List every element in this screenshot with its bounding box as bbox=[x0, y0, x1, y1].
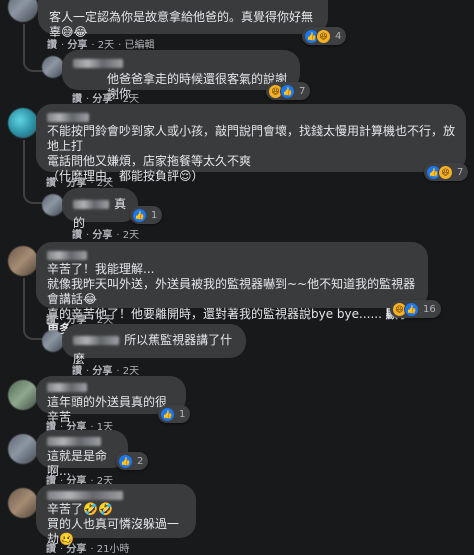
avatar[interactable] bbox=[8, 434, 38, 464]
avatar[interactable] bbox=[8, 108, 38, 138]
comment-bubble: 辛苦了🤣🤣 買的人也真可憐沒躲過一劫🥴 bbox=[36, 484, 196, 546]
like-link[interactable]: 讚 bbox=[72, 230, 82, 241]
commenter-name[interactable] bbox=[73, 200, 109, 209]
like-link[interactable]: 讚 bbox=[46, 544, 56, 555]
comment-meta: 讚 · 分享 · 2天 bbox=[72, 366, 140, 377]
like-reaction-icon: 👍 bbox=[404, 301, 419, 317]
share-link[interactable]: 分享 bbox=[66, 544, 86, 555]
reaction-summary[interactable]: 👍 1 bbox=[130, 206, 163, 224]
reaction-summary[interactable]: 😆 👍 16 bbox=[390, 300, 441, 318]
reaction-count: 2 bbox=[137, 455, 144, 467]
like-link[interactable]: 讚 bbox=[46, 178, 56, 189]
commenter-name[interactable] bbox=[73, 336, 119, 345]
reaction-count: 1 bbox=[179, 408, 186, 420]
share-link[interactable]: 分享 bbox=[92, 230, 112, 241]
commenter-name[interactable] bbox=[47, 113, 89, 122]
like-reaction-icon: 👍 bbox=[118, 453, 133, 469]
like-link[interactable]: 讚 bbox=[47, 40, 57, 51]
avatar[interactable] bbox=[8, 488, 38, 518]
commenter-name[interactable] bbox=[73, 59, 123, 68]
comment-meta: 讚 · 分享 · 2天 · 已編輯 bbox=[47, 40, 155, 51]
comment-meta: 讚 · 分享 · 2天 bbox=[72, 230, 140, 241]
comment-bubble: 辛苦了！我能理解... 就像我昨天叫外送，外送員被我的監視器嚇到~~他不知道我的… bbox=[36, 242, 428, 336]
comment-bubble: 他爸爸拿走的時候還很客氣的說謝謝你 bbox=[62, 50, 300, 101]
reaction-count: 7 bbox=[457, 166, 464, 178]
reaction-summary[interactable]: 👍 2 bbox=[116, 452, 149, 470]
like-reaction-icon: 👍 bbox=[160, 406, 175, 422]
timestamp[interactable]: 2天 bbox=[123, 230, 139, 241]
comment-bubble: 客人一定認為你是故意拿給他爸的。真覺得你好無辜😅😂 bbox=[38, 0, 328, 39]
reaction-count: 16 bbox=[423, 303, 436, 315]
reaction-count: 4 bbox=[335, 30, 342, 42]
reaction-summary[interactable]: 😆 👍 7 bbox=[266, 82, 311, 100]
avatar[interactable] bbox=[42, 56, 64, 78]
like-link[interactable]: 讚 bbox=[46, 315, 56, 326]
commenter-name[interactable] bbox=[47, 383, 87, 392]
avatar[interactable] bbox=[8, 0, 38, 22]
commenter-name[interactable] bbox=[47, 491, 123, 500]
reaction-summary[interactable]: 👍 1 bbox=[158, 405, 191, 423]
comment-meta: 讚 · 分享 · 2天 bbox=[72, 94, 140, 105]
haha-reaction-icon: 😆 bbox=[438, 164, 453, 180]
avatar[interactable] bbox=[42, 194, 64, 216]
comment-bubble: 這就是是命啊... bbox=[36, 430, 128, 478]
like-reaction-icon: 👍 bbox=[280, 83, 295, 99]
comment-bubble: 所以蕉監視器講了什麼 bbox=[62, 324, 246, 366]
reaction-summary[interactable]: 👍 😆 7 bbox=[424, 163, 469, 181]
comment-meta: 讚 · 分享 · 2天 bbox=[46, 178, 114, 189]
comment-bubble: 真的 bbox=[62, 188, 138, 230]
timestamp[interactable]: 21小時 bbox=[97, 544, 130, 555]
comment-meta: 讚 · 分享 · 21小時 bbox=[46, 544, 130, 555]
reaction-summary[interactable]: 👍 😆 4 bbox=[302, 27, 347, 45]
avatar[interactable] bbox=[8, 246, 38, 276]
haha-reaction-icon: 😆 bbox=[316, 28, 331, 44]
like-reaction-icon: 👍 bbox=[132, 207, 147, 223]
reply-thread-line bbox=[23, 140, 45, 204]
commenter-name[interactable] bbox=[47, 251, 87, 260]
reply-thread-line bbox=[23, 278, 45, 340]
commenter-name[interactable] bbox=[47, 437, 101, 446]
comment-bubble: 不能按門鈴會吵到家人或小孩，敲門說門會壞，找錢太慢用計算機也不行，放地上打 電話… bbox=[36, 104, 466, 183]
reaction-count: 7 bbox=[299, 85, 306, 97]
avatar[interactable] bbox=[8, 380, 38, 410]
avatar[interactable] bbox=[42, 330, 64, 352]
reaction-count: 1 bbox=[151, 209, 158, 221]
